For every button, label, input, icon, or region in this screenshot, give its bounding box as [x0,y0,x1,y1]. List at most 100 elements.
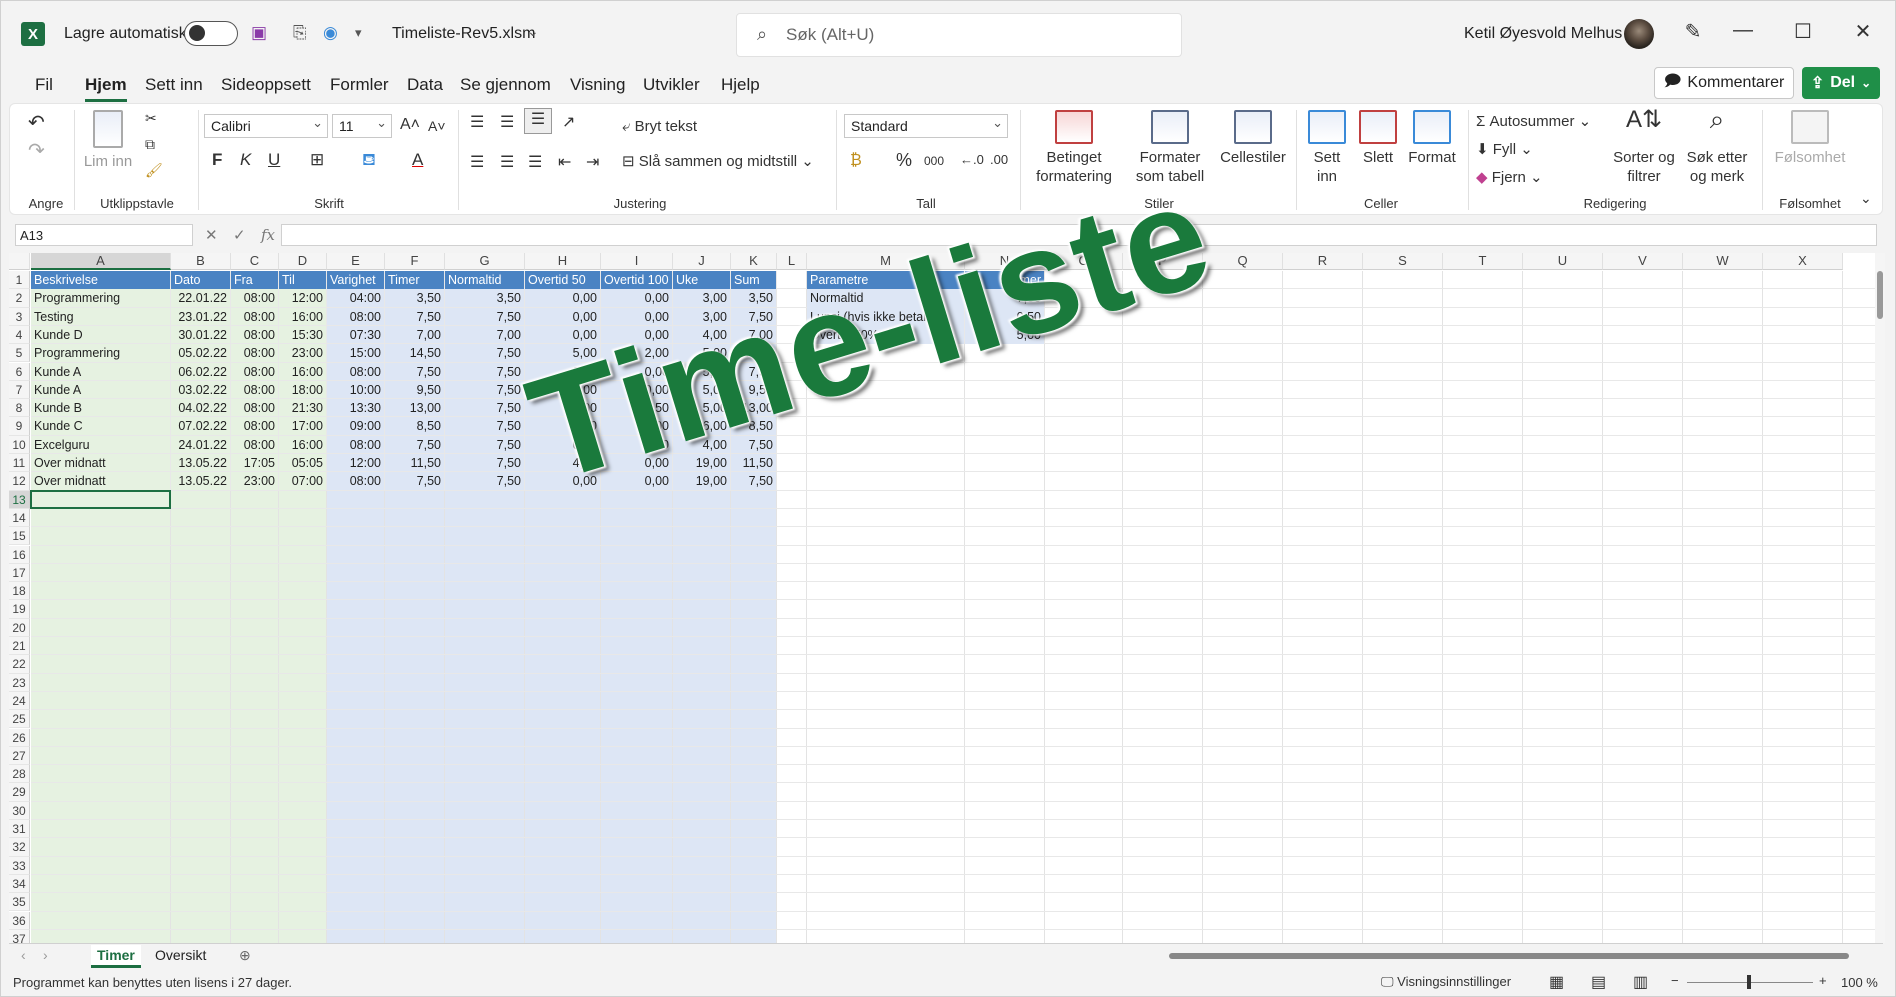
align-bottom-icon[interactable]: ☰ [524,108,552,134]
circle-icon[interactable]: ◉ [323,23,338,43]
collapse-ribbon-icon[interactable]: ⌄ [1860,190,1872,207]
row-header[interactable]: 11 [9,454,30,473]
copy-icon[interactable]: ⧉ [145,136,155,153]
table-cell[interactable]: 08:00 [231,362,279,381]
row-header[interactable]: 9 [9,417,30,436]
table-cell[interactable]: 03.02.22 [171,380,231,400]
next-sheet-icon[interactable]: › [37,945,54,965]
row-header[interactable]: 24 [9,691,30,711]
orientation-icon[interactable]: ↗ [562,112,575,132]
row-header[interactable]: 35 [9,893,30,912]
table-cell[interactable]: 10:00 [327,380,385,400]
row-header[interactable]: 20 [9,618,30,637]
row-header[interactable]: 2 [9,289,30,308]
table-cell[interactable]: 0,00 [525,307,601,326]
decrease-indent-icon[interactable]: ⇤ [558,152,571,172]
row-header[interactable]: 37 [9,929,30,943]
insert-cells-button[interactable]: Sett inn [1302,110,1352,186]
align-right-icon[interactable]: ☰ [528,152,542,172]
sheet-tab-timer[interactable]: Timer [91,945,141,968]
cancel-icon[interactable]: ✕ [205,226,218,244]
table-cell[interactable]: 08:00 [327,307,385,326]
touch-mode-icon[interactable]: ⎘ [293,23,307,43]
row-header[interactable]: 4 [9,325,30,345]
align-center-icon[interactable]: ☰ [500,152,514,172]
font-color-icon[interactable]: A [412,150,423,170]
delete-cells-button[interactable]: Slett [1356,110,1400,167]
tab-utvikler[interactable]: Utvikler [643,75,700,95]
column-header-k[interactable]: K [731,253,777,270]
table-cell[interactable]: 08:00 [231,289,279,308]
save-icon[interactable]: ▣ [251,23,267,43]
italic-button[interactable]: K [240,150,251,170]
normal-view-icon[interactable]: ▦ [1549,972,1564,992]
align-left-icon[interactable]: ☰ [470,152,484,172]
format-cells-button[interactable]: Format [1404,110,1460,167]
row-header[interactable]: 13 [9,490,30,509]
table-cell[interactable]: 04:00 [327,289,385,308]
tab-se-gjennom[interactable]: Se gjennom [460,75,551,95]
number-format-select[interactable]: Standard [844,114,1008,138]
select-all-corner[interactable] [9,253,30,270]
table-cell[interactable]: Over midnatt [31,454,171,473]
row-header[interactable]: 32 [9,838,30,857]
find-select-button[interactable]: ⌕ Søk etter og merk [1682,106,1752,186]
table-cell[interactable]: 18:00 [279,380,327,400]
column-header-h[interactable]: H [525,253,601,270]
filename-chevron-icon[interactable]: ⌄ [527,23,539,40]
column-header-c[interactable]: C [231,253,279,270]
row-header[interactable]: 23 [9,673,30,692]
zoom-level[interactable]: 100 % [1841,975,1878,990]
table-header-cell[interactable]: Beskrivelse [31,271,171,290]
table-header-cell[interactable]: Uke [673,271,731,290]
table-cell[interactable]: 08:00 [231,380,279,400]
row-header[interactable]: 29 [9,783,30,802]
name-box[interactable]: A13 [15,224,193,246]
tab-sideoppsett[interactable]: Sideoppsett [221,75,311,95]
table-cell[interactable]: 0,00 [601,289,673,308]
zoom-out-icon[interactable]: − [1671,973,1679,988]
table-cell[interactable]: 17:00 [279,417,327,436]
tab-fil[interactable]: Fil [35,75,53,95]
merge-center-button[interactable]: ⊟ Slå sammen og midtstill ⌄ [622,152,814,170]
row-header[interactable]: 36 [9,911,30,930]
table-cell[interactable]: 7,50 [445,417,525,436]
table-cell[interactable]: 7,50 [731,472,777,491]
table-cell[interactable]: 7,50 [445,435,525,454]
borders-icon[interactable]: ⊞ [310,150,324,170]
cell-styles-button[interactable]: Cellestiler [1218,110,1288,167]
fill-button[interactable]: ⬇ Fyll ⌄ [1476,140,1533,158]
table-cell[interactable]: 07:30 [327,325,385,345]
clear-button[interactable]: ◆ Fjern ⌄ [1476,168,1543,186]
pen-icon[interactable]: ✎ [1673,19,1713,44]
fill-color-icon[interactable]: ⛾ [362,150,376,172]
table-cell[interactable]: 3,50 [385,289,445,308]
table-cell[interactable]: 7,50 [445,472,525,491]
tab-hjelp[interactable]: Hjelp [721,75,760,95]
zoom-slider-thumb[interactable] [1747,975,1751,989]
column-header-d[interactable]: D [279,253,327,270]
avatar[interactable] [1624,19,1654,49]
page-break-icon[interactable]: ▥ [1633,972,1648,992]
row-header[interactable]: 12 [9,472,30,491]
column-header-t[interactable]: T [1443,253,1523,270]
table-cell[interactable]: 08:00 [231,344,279,363]
column-header-f[interactable]: F [385,253,445,270]
customize-toolbar-icon[interactable]: ▾ [355,25,362,41]
row-header[interactable]: 19 [9,600,30,619]
table-cell[interactable]: Testing [31,307,171,326]
table-cell[interactable]: Kunde B [31,399,171,418]
row-header[interactable]: 6 [9,362,30,381]
tab-formler[interactable]: Formler [330,75,389,95]
close-icon[interactable]: ✕ [1843,19,1883,44]
table-cell[interactable]: 04.02.22 [171,399,231,418]
table-cell[interactable]: 12:00 [279,289,327,308]
table-header-cell[interactable]: Overtid 100 [601,271,673,290]
wrap-text-button[interactable]: ⤶ Bryt tekst [622,118,697,135]
row-header[interactable]: 34 [9,874,30,894]
table-cell[interactable]: 7,50 [385,472,445,491]
row-header[interactable]: 26 [9,728,30,747]
horizontal-scrollbar[interactable] [1159,952,1879,960]
table-cell[interactable]: 23:00 [279,344,327,363]
row-header[interactable]: 5 [9,344,30,363]
